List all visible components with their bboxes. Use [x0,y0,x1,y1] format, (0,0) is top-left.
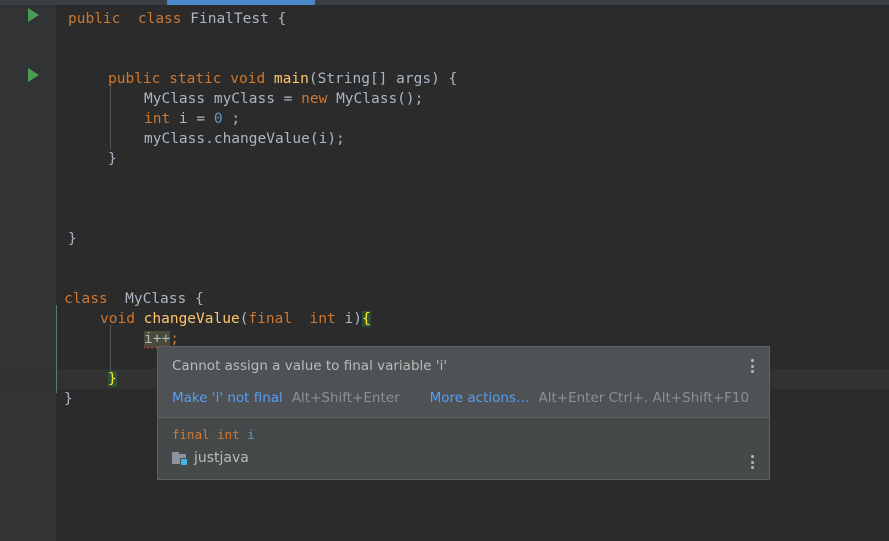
code-token: ; [222,111,241,127]
code-token: { [268,11,287,27]
package-badge [180,457,188,466]
more-actions-link[interactable]: More actions… [430,389,530,407]
code-token: } [108,371,117,387]
code-token: int [144,111,171,127]
code-token: } [68,231,77,247]
code-line: } [108,369,117,389]
code-token: main [273,71,309,87]
doc-kebab-menu-icon[interactable] [751,455,755,469]
code-line: public class FinalTest { [68,9,286,29]
code-token: 0 [213,111,223,127]
code-token: ( [308,71,318,87]
code-line: } [68,229,77,249]
code-token: args [396,71,432,87]
kebab-menu-icon[interactable] [751,359,755,373]
kebab-dot [751,364,754,368]
kebab-dot [751,455,754,458]
indent-guide-block [56,305,57,393]
code-token: public [108,71,161,87]
code-line: int i = 0 ; [144,109,240,129]
code-token: class [137,11,182,27]
popup-action-row: Make 'i' not final Alt+Shift+Enter More … [172,389,757,407]
code-line: myClass.changeValue(i); [144,129,345,149]
code-line: void changeValue(final int i){ [100,309,371,329]
code-token: { [186,291,204,307]
code-token: [] [369,71,397,87]
popup-error-section: Cannot assign a value to final variable … [158,347,769,417]
run-main-icon[interactable] [28,68,39,82]
code-line: MyClass myClass = new MyClass(); [144,89,423,109]
kebab-dot [751,466,754,469]
code-token: void [100,311,135,327]
code-token: class [64,291,108,307]
code-line: } [64,389,73,409]
code-token: ) { [431,71,458,87]
code-token: void [230,71,266,87]
declaration-signature: final int i [172,426,757,443]
code-token: changeValue [143,311,240,327]
error-intention-popup[interactable]: Cannot assign a value to final variable … [157,346,770,480]
editor-gutter[interactable] [0,5,56,541]
declaration-location[interactable]: justjava [172,450,757,466]
code-line: } [108,149,117,169]
run-class-icon[interactable] [28,8,39,22]
indent-guide [110,325,111,373]
code-line: class MyClass { [64,289,204,309]
code-token: i) [335,311,362,327]
location-label: justjava [194,450,249,466]
popup-doc-section: final int i justjava [158,417,769,479]
ide-editor-window: public class FinalTest {public static vo… [0,0,889,541]
signature-keywords: final int [172,427,248,442]
code-token: { [361,311,371,327]
code-token: } [64,391,73,407]
code-token: } [108,151,117,167]
code-token: MyClass [125,291,187,307]
code-token: ; [170,331,179,347]
code-token: i = [170,111,214,127]
make-not-final-link[interactable]: Make 'i' not final [172,389,283,407]
code-token: MyClass myClass = [144,91,302,107]
kebab-dot [751,359,754,362]
code-token: public [68,11,121,27]
code-line: public static void main(String[] args) { [108,69,457,89]
code-token: new [301,91,328,107]
indent-guide [110,85,111,149]
signature-variable: i [247,427,255,442]
code-token: static [169,71,222,87]
code-token: FinalTest [190,11,269,27]
kebab-dot [751,460,754,464]
more-actions-shortcut: Alt+Enter Ctrl+. Alt+Shift+F10 [538,390,750,406]
code-token: myClass.changeValue(i); [144,131,345,147]
code-token: MyClass(); [327,91,424,107]
code-token: final [248,311,293,327]
kebab-dot [751,370,754,373]
error-message: Cannot assign a value to final variable … [172,358,448,374]
error-highlighted-token: i++ [144,331,171,350]
code-token: int [309,311,336,327]
package-folder-icon [172,451,188,466]
make-not-final-shortcut: Alt+Shift+Enter [291,390,400,406]
code-token: String [317,71,370,87]
